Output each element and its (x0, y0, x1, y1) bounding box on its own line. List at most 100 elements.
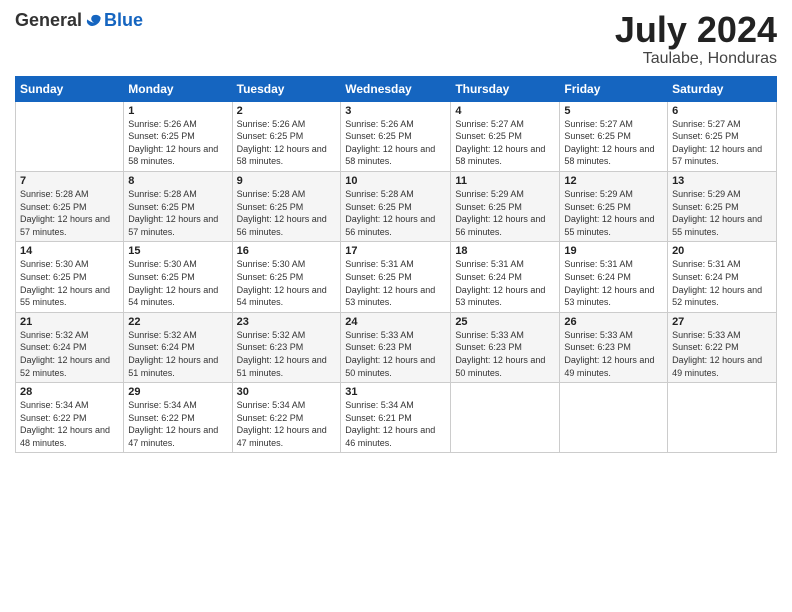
calendar-day-cell: 23Sunrise: 5:32 AMSunset: 6:23 PMDayligh… (232, 312, 341, 382)
calendar-day-cell (451, 383, 560, 453)
calendar-day-cell: 13Sunrise: 5:29 AMSunset: 6:25 PMDayligh… (668, 171, 777, 241)
day-number: 13 (672, 175, 772, 187)
day-info: Sunrise: 5:28 AMSunset: 6:25 PMDaylight:… (345, 188, 446, 238)
day-info: Sunrise: 5:28 AMSunset: 6:25 PMDaylight:… (128, 188, 227, 238)
day-info: Sunrise: 5:27 AMSunset: 6:25 PMDaylight:… (455, 118, 555, 168)
calendar-day-cell: 21Sunrise: 5:32 AMSunset: 6:24 PMDayligh… (16, 312, 124, 382)
day-number: 18 (455, 245, 555, 257)
calendar-day-cell: 6Sunrise: 5:27 AMSunset: 6:25 PMDaylight… (668, 101, 777, 171)
calendar-day-cell: 26Sunrise: 5:33 AMSunset: 6:23 PMDayligh… (560, 312, 668, 382)
calendar-day-cell (668, 383, 777, 453)
day-info: Sunrise: 5:34 AMSunset: 6:22 PMDaylight:… (128, 399, 227, 449)
calendar-day-header: Friday (560, 76, 668, 101)
day-info: Sunrise: 5:30 AMSunset: 6:25 PMDaylight:… (237, 258, 337, 308)
day-info: Sunrise: 5:33 AMSunset: 6:23 PMDaylight:… (345, 329, 446, 379)
calendar-day-cell: 14Sunrise: 5:30 AMSunset: 6:25 PMDayligh… (16, 242, 124, 312)
calendar-day-cell: 10Sunrise: 5:28 AMSunset: 6:25 PMDayligh… (341, 171, 451, 241)
day-info: Sunrise: 5:33 AMSunset: 6:22 PMDaylight:… (672, 329, 772, 379)
calendar-day-cell: 1Sunrise: 5:26 AMSunset: 6:25 PMDaylight… (124, 101, 232, 171)
day-number: 1 (128, 105, 227, 117)
calendar-table: SundayMondayTuesdayWednesdayThursdayFrid… (15, 76, 777, 454)
day-info: Sunrise: 5:33 AMSunset: 6:23 PMDaylight:… (564, 329, 663, 379)
day-info: Sunrise: 5:28 AMSunset: 6:25 PMDaylight:… (20, 188, 119, 238)
day-info: Sunrise: 5:31 AMSunset: 6:24 PMDaylight:… (672, 258, 772, 308)
calendar-day-header: Tuesday (232, 76, 341, 101)
day-number: 23 (237, 316, 337, 328)
calendar-day-cell: 15Sunrise: 5:30 AMSunset: 6:25 PMDayligh… (124, 242, 232, 312)
day-info: Sunrise: 5:32 AMSunset: 6:24 PMDaylight:… (20, 329, 119, 379)
day-info: Sunrise: 5:26 AMSunset: 6:25 PMDaylight:… (237, 118, 337, 168)
day-info: Sunrise: 5:29 AMSunset: 6:25 PMDaylight:… (672, 188, 772, 238)
calendar-day-cell: 5Sunrise: 5:27 AMSunset: 6:25 PMDaylight… (560, 101, 668, 171)
day-number: 15 (128, 245, 227, 257)
day-number: 28 (20, 386, 119, 398)
day-number: 21 (20, 316, 119, 328)
calendar-day-cell: 24Sunrise: 5:33 AMSunset: 6:23 PMDayligh… (341, 312, 451, 382)
calendar-day-cell: 16Sunrise: 5:30 AMSunset: 6:25 PMDayligh… (232, 242, 341, 312)
calendar-day-cell: 18Sunrise: 5:31 AMSunset: 6:24 PMDayligh… (451, 242, 560, 312)
calendar-day-cell: 29Sunrise: 5:34 AMSunset: 6:22 PMDayligh… (124, 383, 232, 453)
day-info: Sunrise: 5:27 AMSunset: 6:25 PMDaylight:… (672, 118, 772, 168)
day-info: Sunrise: 5:30 AMSunset: 6:25 PMDaylight:… (128, 258, 227, 308)
calendar-day-cell: 2Sunrise: 5:26 AMSunset: 6:25 PMDaylight… (232, 101, 341, 171)
day-number: 26 (564, 316, 663, 328)
calendar-day-cell: 31Sunrise: 5:34 AMSunset: 6:21 PMDayligh… (341, 383, 451, 453)
title-section: July 2024 Taulabe, Honduras (615, 10, 777, 68)
day-number: 27 (672, 316, 772, 328)
day-number: 3 (345, 105, 446, 117)
day-number: 31 (345, 386, 446, 398)
calendar-day-cell: 3Sunrise: 5:26 AMSunset: 6:25 PMDaylight… (341, 101, 451, 171)
day-info: Sunrise: 5:34 AMSunset: 6:22 PMDaylight:… (20, 399, 119, 449)
logo-bird-icon (84, 11, 104, 31)
calendar-day-cell: 4Sunrise: 5:27 AMSunset: 6:25 PMDaylight… (451, 101, 560, 171)
day-info: Sunrise: 5:30 AMSunset: 6:25 PMDaylight:… (20, 258, 119, 308)
logo: General Blue (15, 10, 143, 31)
calendar-day-cell: 12Sunrise: 5:29 AMSunset: 6:25 PMDayligh… (560, 171, 668, 241)
day-number: 25 (455, 316, 555, 328)
day-number: 9 (237, 175, 337, 187)
day-info: Sunrise: 5:34 AMSunset: 6:22 PMDaylight:… (237, 399, 337, 449)
day-info: Sunrise: 5:32 AMSunset: 6:24 PMDaylight:… (128, 329, 227, 379)
calendar-day-cell: 20Sunrise: 5:31 AMSunset: 6:24 PMDayligh… (668, 242, 777, 312)
calendar-day-cell: 25Sunrise: 5:33 AMSunset: 6:23 PMDayligh… (451, 312, 560, 382)
day-number: 7 (20, 175, 119, 187)
day-info: Sunrise: 5:26 AMSunset: 6:25 PMDaylight:… (128, 118, 227, 168)
day-info: Sunrise: 5:34 AMSunset: 6:21 PMDaylight:… (345, 399, 446, 449)
logo-general-text: General (15, 10, 82, 31)
calendar-week-row: 1Sunrise: 5:26 AMSunset: 6:25 PMDaylight… (16, 101, 777, 171)
day-info: Sunrise: 5:29 AMSunset: 6:25 PMDaylight:… (455, 188, 555, 238)
calendar-day-cell (560, 383, 668, 453)
day-number: 6 (672, 105, 772, 117)
day-info: Sunrise: 5:31 AMSunset: 6:24 PMDaylight:… (455, 258, 555, 308)
calendar-day-header: Sunday (16, 76, 124, 101)
day-number: 22 (128, 316, 227, 328)
day-number: 5 (564, 105, 663, 117)
calendar-day-cell (16, 101, 124, 171)
day-info: Sunrise: 5:26 AMSunset: 6:25 PMDaylight:… (345, 118, 446, 168)
calendar-day-cell: 7Sunrise: 5:28 AMSunset: 6:25 PMDaylight… (16, 171, 124, 241)
calendar-day-header: Saturday (668, 76, 777, 101)
day-info: Sunrise: 5:31 AMSunset: 6:25 PMDaylight:… (345, 258, 446, 308)
day-number: 24 (345, 316, 446, 328)
calendar-day-cell: 22Sunrise: 5:32 AMSunset: 6:24 PMDayligh… (124, 312, 232, 382)
day-number: 12 (564, 175, 663, 187)
day-number: 11 (455, 175, 555, 187)
day-number: 4 (455, 105, 555, 117)
day-number: 20 (672, 245, 772, 257)
day-number: 17 (345, 245, 446, 257)
calendar-day-cell: 28Sunrise: 5:34 AMSunset: 6:22 PMDayligh… (16, 383, 124, 453)
page-header: General Blue July 2024 Taulabe, Honduras (15, 10, 777, 68)
day-info: Sunrise: 5:33 AMSunset: 6:23 PMDaylight:… (455, 329, 555, 379)
calendar-day-cell: 11Sunrise: 5:29 AMSunset: 6:25 PMDayligh… (451, 171, 560, 241)
calendar-header-row: SundayMondayTuesdayWednesdayThursdayFrid… (16, 76, 777, 101)
calendar-day-cell: 17Sunrise: 5:31 AMSunset: 6:25 PMDayligh… (341, 242, 451, 312)
calendar-day-cell: 8Sunrise: 5:28 AMSunset: 6:25 PMDaylight… (124, 171, 232, 241)
day-info: Sunrise: 5:27 AMSunset: 6:25 PMDaylight:… (564, 118, 663, 168)
day-info: Sunrise: 5:32 AMSunset: 6:23 PMDaylight:… (237, 329, 337, 379)
day-info: Sunrise: 5:29 AMSunset: 6:25 PMDaylight:… (564, 188, 663, 238)
calendar-day-cell: 9Sunrise: 5:28 AMSunset: 6:25 PMDaylight… (232, 171, 341, 241)
day-info: Sunrise: 5:31 AMSunset: 6:24 PMDaylight:… (564, 258, 663, 308)
day-number: 14 (20, 245, 119, 257)
calendar-day-cell: 19Sunrise: 5:31 AMSunset: 6:24 PMDayligh… (560, 242, 668, 312)
calendar-day-header: Monday (124, 76, 232, 101)
